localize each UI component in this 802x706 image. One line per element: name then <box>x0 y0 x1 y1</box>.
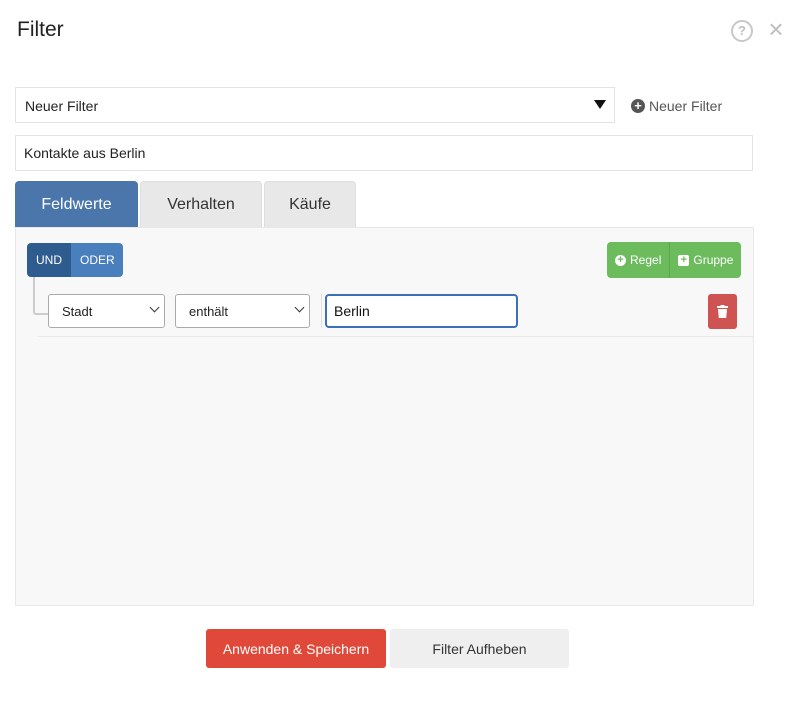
trash-icon <box>717 305 728 318</box>
chevron-down-icon <box>294 302 305 313</box>
help-icon[interactable]: ? <box>731 20 753 42</box>
chevron-down-icon <box>149 302 160 313</box>
modal-title: Filter <box>17 18 64 41</box>
caret-down-icon <box>594 100 606 109</box>
tab-bar: Feldwerte Verhalten Käufe <box>15 181 358 227</box>
delete-rule-button[interactable] <box>708 294 737 329</box>
filter-modal: Filter ? × Neuer Filter + Neuer Filter F… <box>0 0 802 706</box>
logic-and-button[interactable]: UND <box>27 243 71 277</box>
rule-value-input[interactable] <box>325 294 518 328</box>
logic-or-button[interactable]: ODER <box>71 243 123 277</box>
tab-feldwerte[interactable]: Feldwerte <box>15 181 138 227</box>
rule-field-select[interactable]: Stadt <box>48 294 165 328</box>
tab-kaeufe[interactable]: Käufe <box>264 181 356 227</box>
add-rule-button[interactable]: + Regel <box>607 242 670 278</box>
plus-circle-icon: + <box>615 254 626 266</box>
new-filter-label: Neuer Filter <box>649 98 723 114</box>
apply-save-button[interactable]: Anwenden & Speichern <box>206 629 386 668</box>
rule-operator-value: enthält <box>189 304 229 319</box>
close-icon[interactable]: × <box>766 16 786 42</box>
rule-row: Stadt enthält <box>38 286 754 337</box>
plus-square-icon: + <box>678 254 690 266</box>
logic-toggle: UND ODER <box>27 243 123 277</box>
filter-name-input[interactable] <box>15 135 753 171</box>
clear-filter-button[interactable]: Filter Aufheben <box>390 629 569 668</box>
plus-circle-icon: + <box>631 99 645 113</box>
rule-field-value: Stadt <box>62 304 93 319</box>
saved-filter-select[interactable]: Neuer Filter <box>15 87 615 123</box>
divider <box>321 294 322 328</box>
query-builder-panel: UND ODER + Regel + Gruppe Stadt enthält <box>15 227 754 606</box>
new-filter-button[interactable]: + Neuer Filter <box>631 98 722 114</box>
tab-verhalten[interactable]: Verhalten <box>140 181 262 227</box>
add-group-label: Gruppe <box>693 253 734 267</box>
saved-filter-select-value: Neuer Filter <box>25 98 99 114</box>
rule-operator-select[interactable]: enthält <box>175 294 310 328</box>
modal-footer: Anwenden & Speichern Filter Aufheben <box>206 629 569 668</box>
add-rule-label: Regel <box>630 253 662 267</box>
add-controls: + Regel + Gruppe <box>607 242 742 278</box>
add-group-button[interactable]: + Gruppe <box>669 242 742 278</box>
